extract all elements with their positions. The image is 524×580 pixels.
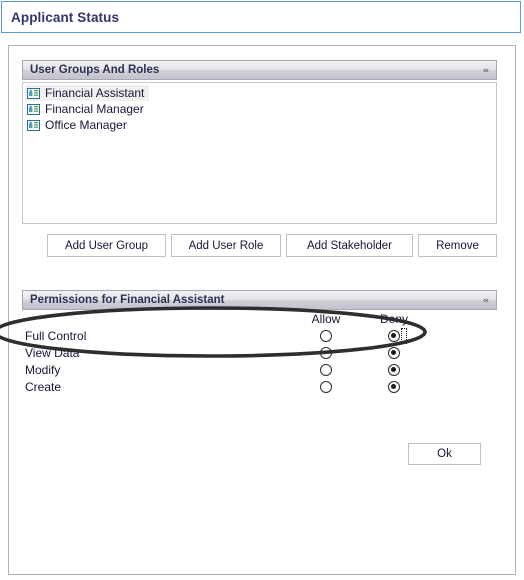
- window-title-bar: Applicant Status: [1, 1, 521, 33]
- remove-button[interactable]: Remove: [418, 234, 497, 257]
- permission-row: Create: [22, 379, 422, 396]
- contact-card-icon: [27, 103, 40, 115]
- permission-label: Create: [25, 380, 62, 394]
- group-actions-toolbar: Add User Group Add User Role Add Stakeho…: [47, 234, 497, 257]
- permission-row: View Data: [22, 345, 422, 362]
- radio-allow-create[interactable]: [320, 381, 332, 393]
- user-groups-listbox[interactable]: Financial Assistant Financial Manager Of…: [22, 82, 497, 224]
- permission-label: View Data: [25, 346, 80, 360]
- permissions-grid: Allow Deny Full Control View Data Modify…: [22, 312, 422, 396]
- section-header-permissions[interactable]: Permissions for Financial Assistant «: [22, 290, 497, 310]
- permission-row: Modify: [22, 362, 422, 379]
- column-header-deny: Deny: [379, 312, 408, 326]
- permission-row: Full Control: [22, 328, 422, 345]
- contact-card-icon: [27, 119, 40, 131]
- add-stakeholder-button[interactable]: Add Stakeholder: [286, 234, 413, 257]
- list-item-label: Financial Assistant: [45, 86, 145, 100]
- add-user-role-button[interactable]: Add User Role: [171, 234, 281, 257]
- permission-label: Modify: [25, 363, 61, 377]
- permissions-column-headers: Allow Deny: [22, 312, 422, 328]
- radio-deny-view-data[interactable]: [388, 347, 400, 359]
- focus-indicator: [401, 328, 407, 344]
- chevron-double-up-icon[interactable]: «: [483, 295, 496, 305]
- permission-label: Full Control: [25, 329, 87, 343]
- section-title-permissions: Permissions for Financial Assistant: [30, 294, 225, 306]
- page-title: Applicant Status: [11, 9, 120, 25]
- radio-deny-modify[interactable]: [388, 364, 400, 376]
- column-header-allow: Allow: [311, 312, 341, 326]
- ok-button[interactable]: Ok: [408, 443, 481, 465]
- chevron-double-up-icon[interactable]: «: [483, 65, 496, 75]
- section-header-user-groups[interactable]: User Groups And Roles «: [22, 60, 497, 80]
- contact-card-icon: [27, 87, 40, 99]
- list-item[interactable]: Financial Manager: [25, 101, 149, 117]
- list-item[interactable]: Office Manager: [25, 117, 132, 133]
- radio-allow-modify[interactable]: [320, 364, 332, 376]
- list-item-label: Office Manager: [45, 118, 127, 132]
- list-item-label: Financial Manager: [45, 102, 144, 116]
- radio-deny-create[interactable]: [388, 381, 400, 393]
- radio-allow-view-data[interactable]: [320, 347, 332, 359]
- radio-allow-full-control[interactable]: [320, 330, 332, 342]
- section-title-user-groups: User Groups And Roles: [30, 64, 160, 76]
- radio-deny-full-control[interactable]: [388, 330, 400, 342]
- list-item[interactable]: Financial Assistant: [25, 85, 150, 101]
- add-user-group-button[interactable]: Add User Group: [47, 234, 166, 257]
